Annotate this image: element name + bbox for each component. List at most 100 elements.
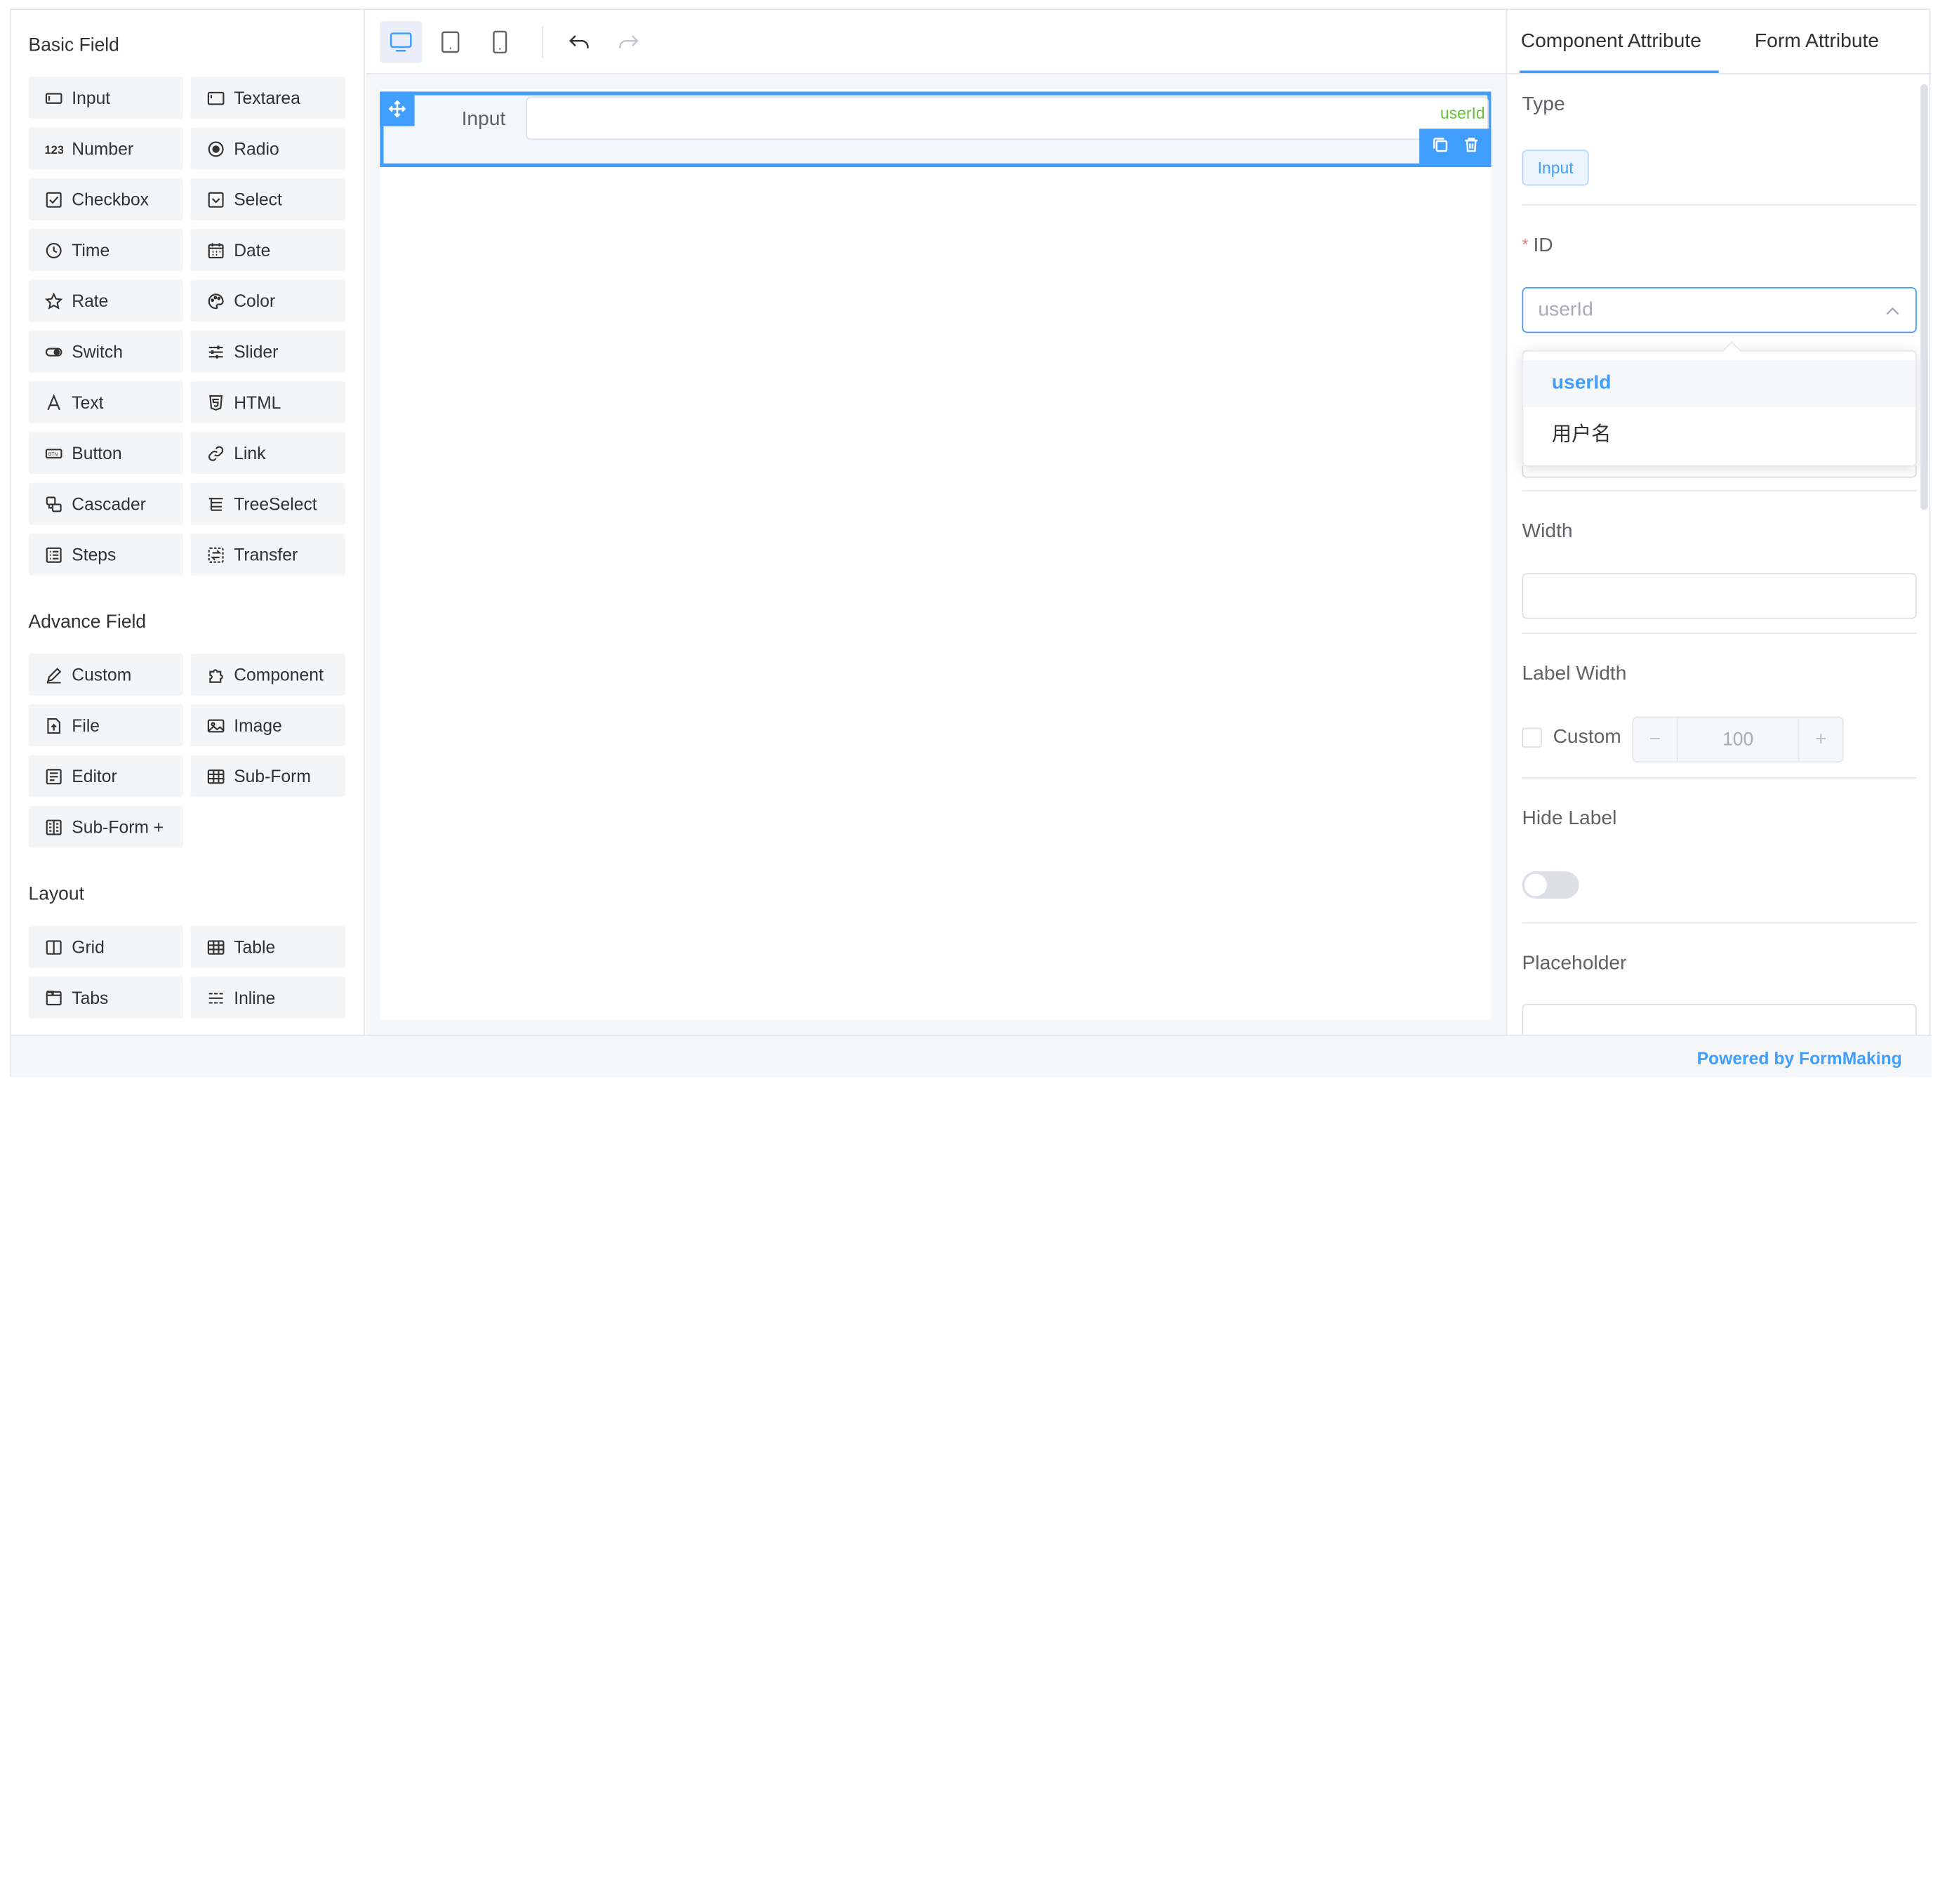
undo-icon (569, 35, 589, 48)
component-checkbox[interactable]: Checkbox (28, 178, 183, 220)
grid-icon (44, 937, 63, 957)
desktop-view-button[interactable] (380, 20, 423, 63)
image-icon (206, 715, 225, 735)
component-slider[interactable]: Slider (190, 330, 345, 373)
component-label: Cascader (72, 494, 146, 514)
placeholder-input[interactable] (1522, 1003, 1917, 1035)
component-date[interactable]: Date (190, 229, 345, 272)
stepper-value[interactable]: 100 (1678, 729, 1798, 750)
file-upload-icon (44, 715, 63, 735)
component-editor[interactable]: Editor (28, 755, 183, 798)
field-actions (1419, 128, 1492, 168)
input-icon (44, 88, 63, 107)
attribute-panel: Component Attribute Form Attribute Type … (1506, 10, 1932, 1035)
component-label: Slider (234, 341, 279, 362)
component-image[interactable]: Image (190, 704, 345, 747)
component-label: Textarea (234, 88, 300, 108)
checkbox-icon (44, 190, 63, 209)
attribute-panel-scrollbar[interactable] (1920, 84, 1928, 510)
redo-button[interactable] (608, 21, 650, 63)
component-label: Grid (72, 937, 105, 957)
component-cascader[interactable]: Cascader (28, 482, 183, 525)
id-option-username[interactable]: 用户名 (1523, 409, 1915, 456)
tablet-view-button[interactable] (430, 21, 472, 63)
component-label: Button (72, 443, 122, 463)
svg-text:123: 123 (44, 143, 62, 156)
component-number[interactable]: 123 Number (28, 127, 183, 170)
component-file[interactable]: File (28, 704, 183, 747)
component-input[interactable]: Input (28, 77, 183, 119)
svg-text:BTN: BTN (48, 451, 57, 456)
mobile-view-button[interactable] (479, 21, 521, 63)
component-sub-form[interactable]: Sub-Form + (28, 805, 183, 848)
table-icon (206, 766, 225, 786)
width-input[interactable] (1522, 573, 1917, 619)
component-link[interactable]: Link (190, 432, 345, 475)
component-text[interactable]: Text (28, 381, 183, 423)
clock-icon (44, 240, 63, 260)
calendar-icon (206, 240, 225, 260)
type-tag: Input (1522, 150, 1589, 186)
selected-field[interactable]: Input userId (380, 91, 1492, 168)
transfer-icon (206, 545, 225, 564)
component-textarea[interactable]: Textarea (190, 77, 345, 119)
component-radio[interactable]: Radio (190, 127, 345, 170)
component-custom[interactable]: Custom (28, 653, 183, 696)
component-label: Checkbox (72, 189, 150, 209)
component-label: Table (234, 937, 276, 957)
component-label: Switch (72, 341, 123, 362)
section-title: Advance Field (28, 611, 147, 633)
undo-button[interactable] (558, 21, 600, 63)
divider (1522, 777, 1917, 779)
divider (1522, 632, 1917, 634)
component-time[interactable]: Time (28, 229, 183, 272)
id-option-userid[interactable]: userId (1523, 360, 1916, 408)
component-button[interactable]: BTN Button (28, 432, 183, 475)
component-switch[interactable]: Switch (28, 330, 183, 373)
component-label: Text (72, 392, 104, 413)
component-label: Number (72, 138, 134, 159)
tab-form-attribute[interactable]: Form Attribute (1755, 31, 1879, 53)
stepper-decrease-button[interactable]: − (1633, 718, 1678, 762)
component-tabs[interactable]: Tabs (28, 977, 183, 1019)
divider (1522, 490, 1917, 491)
clone-button[interactable] (1431, 136, 1449, 159)
trash-icon (1464, 138, 1477, 152)
component-html[interactable]: HTML (190, 381, 345, 423)
component-label: Editor (72, 766, 117, 786)
redo-icon (619, 35, 639, 48)
id-dropdown: userId 用户名 (1522, 341, 1917, 467)
component-grid[interactable]: Grid (28, 925, 183, 968)
component-color[interactable]: Color (190, 279, 345, 322)
steps-icon (44, 545, 63, 564)
hidden-field-edge (1522, 465, 1917, 478)
component-label: Link (234, 443, 266, 463)
id-label-text: ID (1533, 234, 1553, 256)
component-rate[interactable]: Rate (28, 279, 183, 322)
powered-by-link[interactable]: Powered by FormMaking (1697, 1048, 1902, 1068)
label-width-custom-checkbox[interactable] (1522, 727, 1542, 748)
component-component[interactable]: Component (190, 653, 345, 696)
form-designer: Basic Field Input Textarea 123 Number Radio Ch… (10, 8, 1932, 1077)
hide-label-switch[interactable] (1522, 871, 1579, 899)
component-table[interactable]: Table (190, 925, 345, 968)
canvas-area: Input userId (366, 74, 1506, 1035)
tab-component-attribute[interactable]: Component Attribute (1521, 31, 1701, 53)
component-steps[interactable]: Steps (28, 533, 183, 576)
component-inline[interactable]: Inline (190, 977, 345, 1019)
component-treeselect[interactable]: TreeSelect (190, 482, 345, 525)
drag-handle[interactable] (380, 91, 415, 126)
component-select[interactable]: Select (190, 178, 345, 220)
label-width-custom-label[interactable]: Custom (1553, 727, 1621, 749)
component-sub-form[interactable]: Sub-Form (190, 755, 345, 798)
id-select-value: userId (1538, 299, 1593, 321)
delete-button[interactable] (1462, 136, 1480, 159)
field-input-preview[interactable]: userId (526, 96, 1489, 140)
form-canvas[interactable]: Input userId (380, 88, 1492, 1020)
inline-icon (206, 988, 225, 1007)
id-select[interactable]: userId (1522, 287, 1917, 333)
component-transfer[interactable]: Transfer (190, 533, 345, 576)
label-width-stepper[interactable]: − 100 + (1632, 716, 1844, 763)
stepper-increase-button[interactable]: + (1798, 718, 1842, 762)
component-label: Radio (234, 138, 279, 159)
